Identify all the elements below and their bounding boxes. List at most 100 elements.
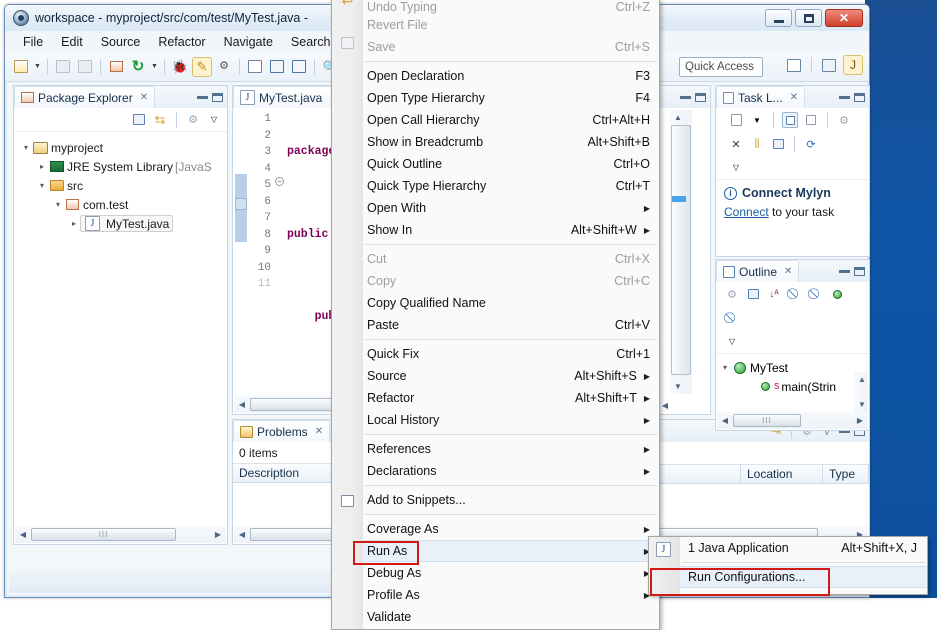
expand-arrow-icon[interactable]: ▸ [68,219,80,228]
perspective-resource-icon[interactable] [819,55,839,75]
close-icon[interactable]: ✕ [140,92,148,103]
scroll-left-icon[interactable]: ◀ [234,527,250,542]
scroll-left-icon[interactable]: ◀ [717,413,733,428]
new-java-class-icon[interactable]: ✎ [192,56,212,77]
collapse-fold-icon[interactable]: − [275,177,284,186]
show-all-tasks-icon[interactable]: ⫼ [749,136,765,152]
scheduled-presentation-icon[interactable] [803,112,819,128]
vscroll-thumb[interactable] [671,125,691,375]
menu-item-copy[interactable]: Copy Ctrl+C [363,270,659,292]
new-icon[interactable] [11,57,31,77]
open-type-icon[interactable] [267,57,287,77]
tab-outline[interactable]: Outline ✕ [716,260,800,282]
hide-fields-icon[interactable]: ⃠ [787,286,803,302]
editor-marker-bar[interactable] [233,108,249,396]
link-with-editor-icon[interactable]: ⇆ [152,112,168,128]
close-button[interactable]: ✕ [825,9,863,27]
column-header-description[interactable]: Description [233,464,338,482]
run-dropdown-icon[interactable]: ▼ [150,57,159,77]
menu-item-revert-file[interactable]: Revert File [363,14,659,36]
sort-icon[interactable]: ↓ᴬ [766,286,782,302]
menu-item-show-in[interactable]: Show In Alt+Shift+W ▶ [363,219,659,241]
scroll-left-icon[interactable]: ◀ [15,527,31,542]
menu-item-file[interactable]: File [14,33,52,51]
menu-item-undo-typing[interactable]: Undo Typing Ctrl+Z [363,0,659,14]
menu-item-source[interactable]: Source Alt+Shift+S ▶ [363,365,659,387]
outline-item-mytest[interactable]: ▾ MyTest [719,358,866,377]
scroll-right-icon[interactable]: ▶ [852,413,868,428]
external-tools-icon[interactable]: ⚙ [214,57,234,77]
new-dropdown-icon[interactable]: ▼ [33,57,42,77]
menu-item-cut[interactable]: Cut Ctrl+X [363,248,659,270]
menu-item-quick-outline[interactable]: Quick Outline Ctrl+O [363,153,659,175]
minimize-view-icon[interactable] [839,269,850,273]
editor-vscrollbar[interactable]: ▲ ▼ [670,110,692,394]
scroll-down-icon[interactable]: ▼ [854,397,870,412]
submenu-item-java-application[interactable]: 1 Java Application Alt+Shift+X, J [680,537,927,559]
minimize-button[interactable] [765,9,792,27]
hide-static-icon[interactable]: ⃠ [808,286,824,302]
menu-item-source[interactable]: Source [92,33,150,51]
toggle-mark-occurrences-icon[interactable] [289,57,309,77]
package-explorer-hscrollbar[interactable]: ◀ III ▶ [15,526,226,543]
perspective-java-icon[interactable]: J [843,55,863,75]
expand-arrow-icon[interactable]: ▸ [36,162,48,171]
synchronize-icon[interactable]: ⟳ [803,136,819,152]
minimize-view-icon[interactable] [197,95,208,99]
tab-package-explorer[interactable]: Package Explorer ✕ [14,86,156,108]
scroll-up-icon[interactable]: ▲ [854,372,870,387]
column-header-type[interactable]: Type [823,465,869,483]
outline-vscrollbar[interactable]: ▲ ▼ [854,372,868,412]
menu-item-paste[interactable]: Paste Ctrl+V [363,314,659,336]
menu-item-quick-fix[interactable]: Quick Fix Ctrl+1 [363,343,659,365]
menu-item-open-type-hierarchy[interactable]: Open Type Hierarchy F4 [363,87,659,109]
menu-item-declarations[interactable]: Declarations ▶ [363,460,659,482]
run-icon[interactable]: ↻ [128,57,148,77]
tab-problems[interactable]: Problems ✕ [233,420,331,442]
tab-task-list[interactable]: Task L... ✕ [716,86,806,108]
hscroll-thumb[interactable]: III [31,528,176,541]
menu-item-references[interactable]: References ▶ [363,438,659,460]
menu-item-coverage-as[interactable]: Coverage As ▶ [363,518,659,540]
categorized-presentation-icon[interactable] [782,112,798,128]
focus-on-workweek-icon[interactable]: ✕ [728,136,744,152]
folding-column[interactable]: − [275,108,287,396]
new-file-wizard-icon[interactable] [245,57,265,77]
view-menu-icon[interactable]: ▽ [206,112,222,128]
menu-item-add-to-snippets[interactable]: Add to Snippets... [363,489,659,511]
menu-item-profile-as[interactable]: Profile As ▶ [363,584,659,606]
connect-link[interactable]: Connect [724,205,769,219]
menu-item-open-declaration[interactable]: Open Declaration F3 [363,65,659,87]
collapse-all-icon[interactable] [131,112,147,128]
maximize-button[interactable] [795,9,822,27]
view-menu-icon[interactable]: ▽ [728,160,744,176]
maximize-view-icon[interactable] [854,92,865,102]
scroll-up-icon[interactable]: ▲ [670,110,686,125]
tree-item-jre-system-library[interactable]: ▸ JRE System Library [JavaS [18,157,223,176]
expand-arrow-icon[interactable]: ▾ [719,363,731,372]
editor-overview-ruler[interactable]: ▲ ▼ ◀ [655,85,711,415]
new-task-icon[interactable] [728,112,744,128]
hide-local-types-icon[interactable]: ⃠ [724,310,740,326]
expand-arrow-icon[interactable]: ▾ [20,143,32,152]
expand-arrow-icon[interactable]: ▾ [36,181,48,190]
submenu-item-run-configurations[interactable]: Run Configurations... [680,566,927,588]
menu-item-local-history[interactable]: Local History ▶ [363,409,659,431]
close-icon[interactable]: ✕ [784,266,792,277]
outline-hscrollbar[interactable]: ◀ III ▶ [717,412,868,429]
tree-item-myproject[interactable]: ▾ myproject [18,138,223,157]
menu-item-edit[interactable]: Edit [52,33,92,51]
menu-item-quick-type-hierarchy[interactable]: Quick Type Hierarchy Ctrl+T [363,175,659,197]
collapse-all-icon[interactable] [770,136,786,152]
focus-icon[interactable]: ⚙ [724,286,740,302]
new-task-dropdown-icon[interactable]: ▼ [749,112,765,128]
menu-item-open-call-hierarchy[interactable]: Open Call Hierarchy Ctrl+Alt+H [363,109,659,131]
scroll-down-icon[interactable]: ▼ [670,379,686,394]
scroll-right-icon[interactable]: ▶ [210,527,226,542]
scroll-left-icon[interactable]: ◀ [658,398,672,412]
menu-item-refactor[interactable]: Refactor Alt+Shift+T ▶ [363,387,659,409]
tab-mytest-java[interactable]: J MyTest.java ✕ [233,86,345,108]
menu-item-show-in-breadcrumb[interactable]: Show in Breadcrumb Alt+Shift+B [363,131,659,153]
expand-arrow-icon[interactable]: ▾ [52,200,64,209]
quick-access-input[interactable]: Quick Access [679,57,763,77]
